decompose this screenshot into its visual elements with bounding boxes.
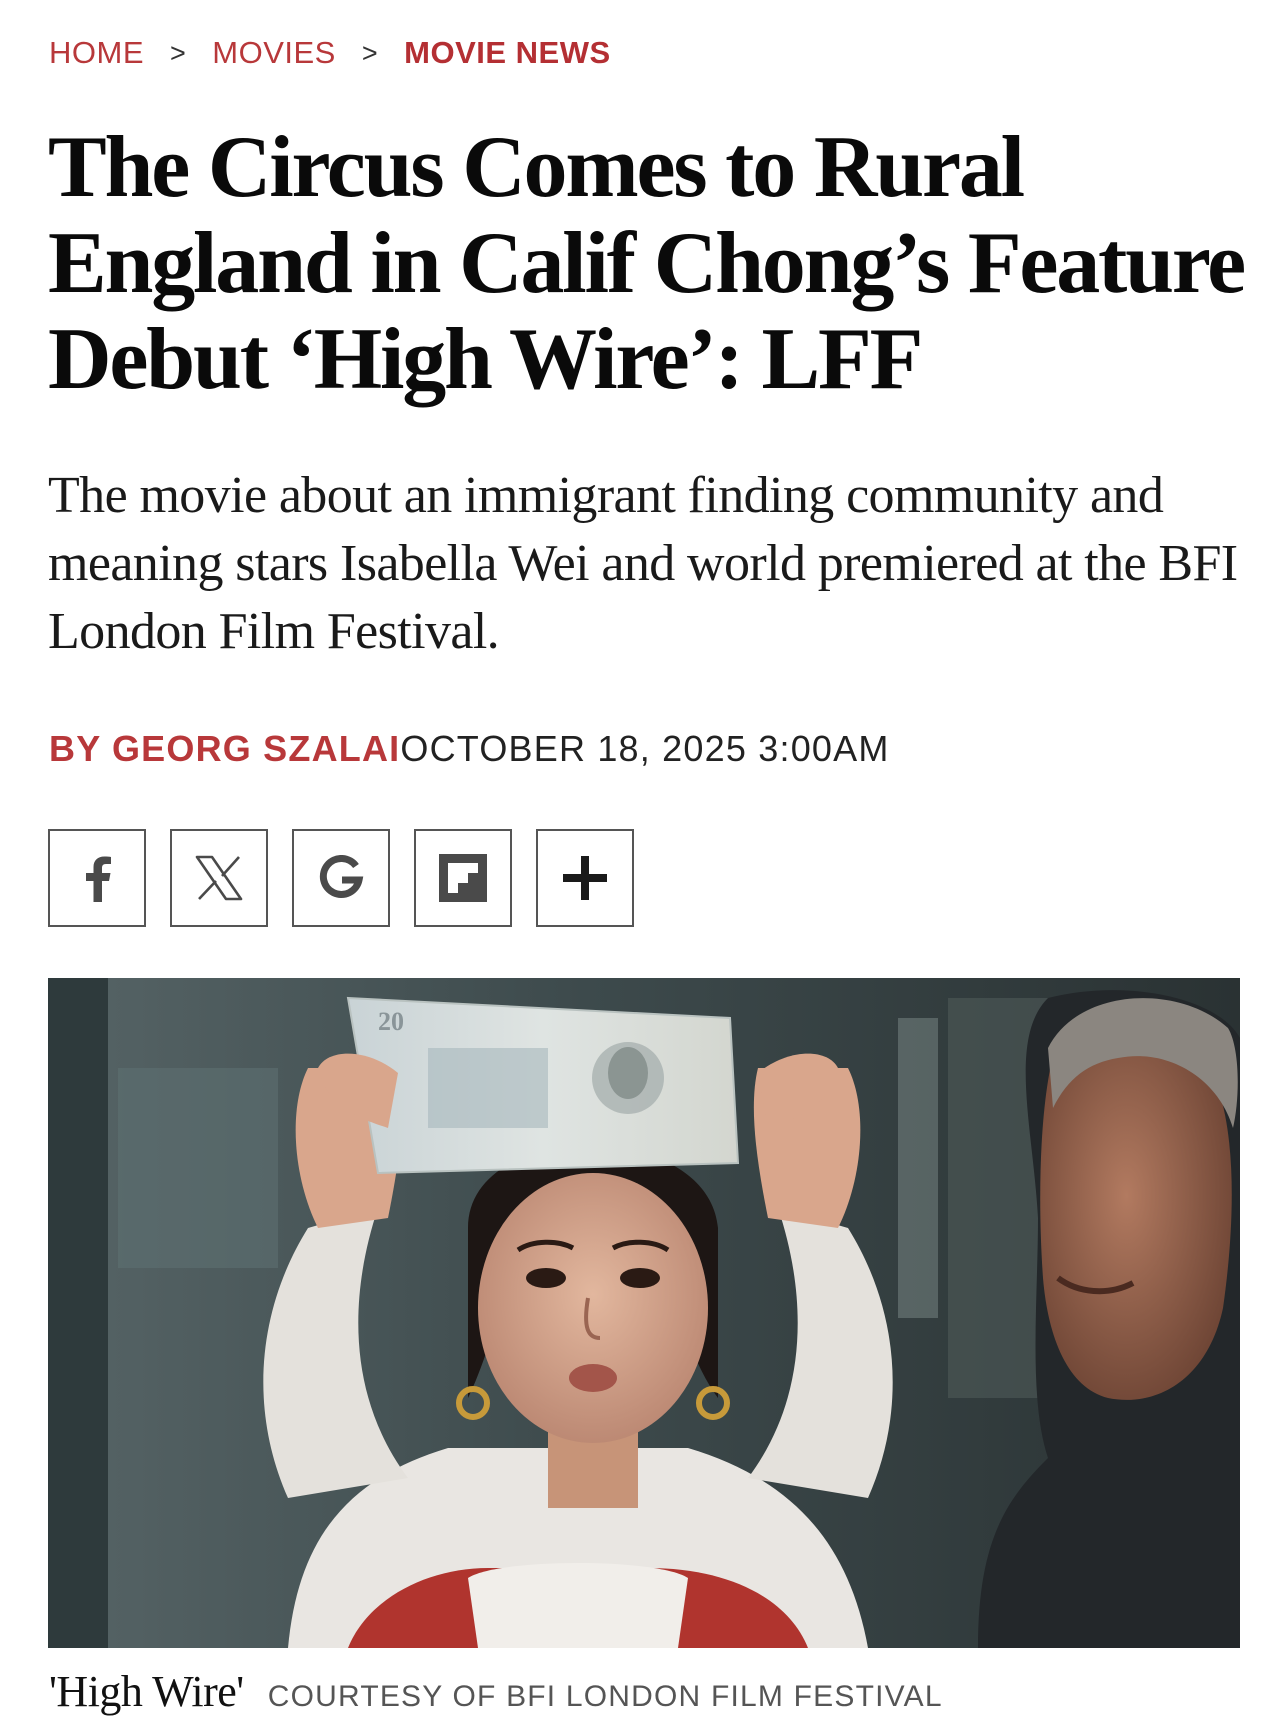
breadcrumb-separator-icon: > xyxy=(170,37,187,68)
breadcrumb-movie-news-link[interactable]: MOVIE NEWS xyxy=(404,35,611,71)
image-caption: 'High Wire' COURTESY OF BFI LONDON FILM … xyxy=(49,1666,943,1718)
share-x-button[interactable] xyxy=(170,829,268,927)
article-byline: BY GEORG SZALAI OCTOBER 18, 2025 3:00AM xyxy=(49,726,890,772)
share-flipboard-button[interactable] xyxy=(414,829,512,927)
flipboard-icon xyxy=(439,854,487,902)
article-dek: The movie about an immigrant finding com… xyxy=(48,467,1238,660)
article-headline: The Circus Comes to Rural England in Cal… xyxy=(48,119,1246,408)
banknote-denomination: 20 xyxy=(378,1007,404,1036)
image-credit: COURTESY OF BFI LONDON FILM FESTIVAL xyxy=(267,1680,943,1713)
plus-icon xyxy=(561,854,609,902)
share-more-button[interactable] xyxy=(536,829,634,927)
breadcrumb: HOME > MOVIES > MOVIE NEWS xyxy=(49,30,611,76)
publish-date: OCTOBER 18, 2025 3:00AM xyxy=(400,728,890,769)
share-bar xyxy=(48,829,634,927)
caption-title: 'High Wire' xyxy=(49,1667,244,1716)
breadcrumb-separator-icon: > xyxy=(361,37,379,68)
share-facebook-button[interactable] xyxy=(48,829,146,927)
x-icon xyxy=(194,855,244,901)
author-link[interactable]: BY GEORG SZALAI xyxy=(49,728,400,770)
breadcrumb-movies-link[interactable]: MOVIES xyxy=(212,35,336,71)
google-icon xyxy=(318,855,364,901)
facebook-icon xyxy=(77,854,117,902)
film-still-illustration: 20 xyxy=(48,978,1240,1648)
hero-image[interactable]: 20 xyxy=(48,978,1240,1648)
breadcrumb-home-link[interactable]: HOME xyxy=(49,35,144,71)
share-google-button[interactable] xyxy=(292,829,390,927)
